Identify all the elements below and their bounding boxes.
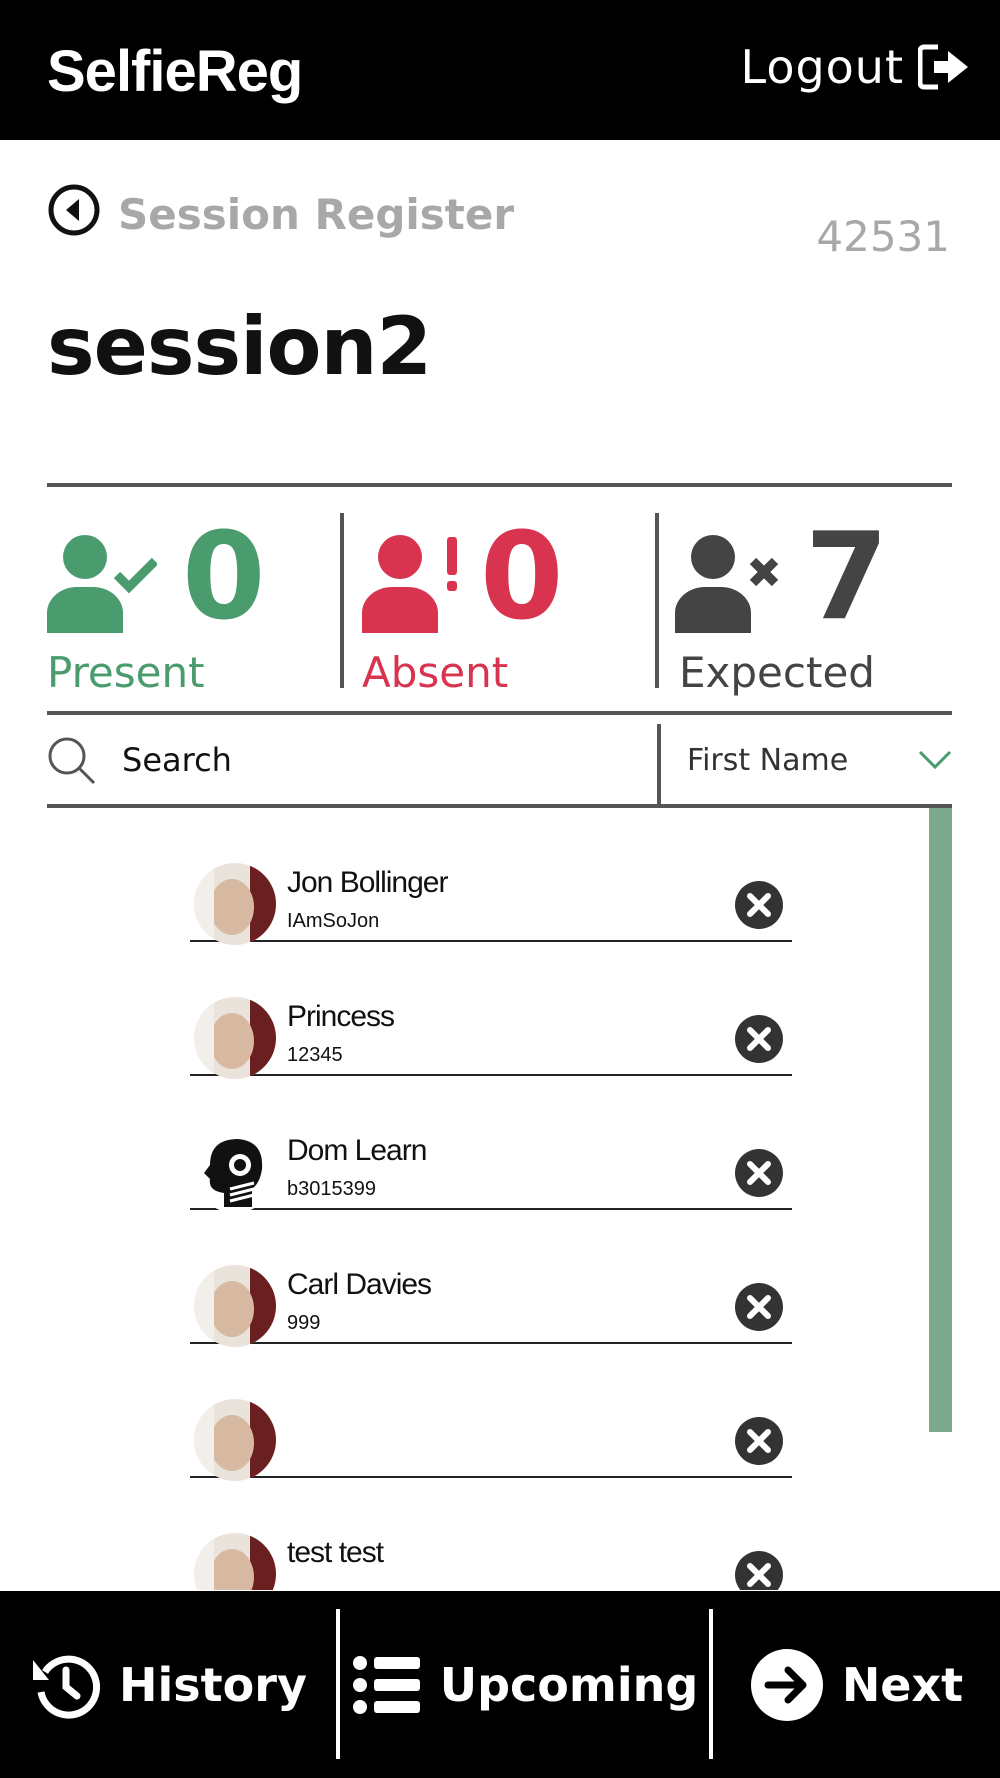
remove-icon[interactable] [734,1282,784,1332]
back-icon[interactable] [47,183,101,237]
session-id: 42531 [816,212,950,261]
list-item[interactable] [190,1344,792,1481]
student-id: 999 [287,1312,321,1334]
list-icon [352,1655,420,1714]
search-input[interactable] [122,734,662,786]
search-row: First Name [47,716,952,804]
section-label: Session Register [118,190,515,239]
remove-icon[interactable] [734,880,784,930]
student-photo [194,863,276,945]
logout-button[interactable]: Logout [741,40,971,94]
absent-count: 0 [480,508,564,647]
search-divider [657,724,661,804]
divider [47,483,952,487]
student-photo [194,1265,276,1347]
sort-dropdown[interactable]: First Name [687,734,952,786]
history-icon [33,1655,101,1719]
student-photo [194,1399,276,1481]
remove-icon[interactable] [734,1550,784,1590]
history-button[interactable]: History [0,1591,338,1778]
user-check-icon [47,535,157,633]
stat-divider [655,513,659,688]
scrollbar[interactable] [929,808,952,1432]
stat-absent: 0 Absent [362,508,652,697]
user-x-icon [675,535,779,633]
list-item[interactable]: Princess 12345 [190,942,792,1079]
list-item[interactable]: test test [190,1478,792,1590]
divider [47,711,952,715]
expected-count: 7 [805,508,889,647]
head-silhouette-icon [194,1131,276,1213]
student-list[interactable]: Jon Bollinger IAmSoJon Princess 12345 Do… [47,808,952,1590]
next-label: Next [841,1657,964,1712]
student-id: IAmSoJon [287,910,380,932]
arrow-right-icon [750,1648,823,1721]
logout-icon [918,44,968,90]
expected-label: Expected [679,648,875,697]
history-label: History [119,1657,307,1712]
present-label: Present [47,648,205,697]
student-name: Princess [287,1000,395,1033]
student-name: Carl Davies [287,1268,432,1301]
attendance-stats: 0 Present 0 Absent 7 Expected [47,508,952,697]
brand-logo: SelfieReg [47,39,303,104]
student-photo [194,1533,276,1590]
user-alert-icon [362,535,457,633]
student-id: b3015399 [287,1178,376,1200]
logout-label: Logout [740,40,904,94]
stat-present: 0 Present [47,508,337,697]
remove-icon[interactable] [734,1148,784,1198]
chevron-down-icon [918,750,952,770]
stat-divider [340,513,344,688]
upcoming-label: Upcoming [439,1657,699,1712]
list-item[interactable]: Dom Learn b3015399 [190,1076,792,1213]
stat-expected: 7 Expected [675,508,952,697]
remove-icon[interactable] [734,1416,784,1466]
list-item[interactable]: Jon Bollinger IAmSoJon [190,808,792,945]
session-title: session2 [47,300,432,393]
present-count: 0 [182,508,266,647]
top-bar: SelfieReg Logout [0,0,1000,140]
next-button[interactable]: Next [713,1591,1000,1778]
student-name: Jon Bollinger [287,866,448,899]
upcoming-button[interactable]: Upcoming [340,1591,710,1778]
bottom-nav: History Upcoming Next [0,1591,1000,1778]
list-item[interactable]: Carl Davies 999 [190,1210,792,1347]
sort-selected-label: First Name [687,742,849,778]
student-id: 12345 [287,1044,343,1066]
remove-icon[interactable] [734,1014,784,1064]
student-photo [194,997,276,1079]
search-icon [48,737,96,785]
student-name: Dom Learn [287,1134,427,1167]
student-name: test test [287,1536,384,1569]
absent-label: Absent [362,648,509,697]
